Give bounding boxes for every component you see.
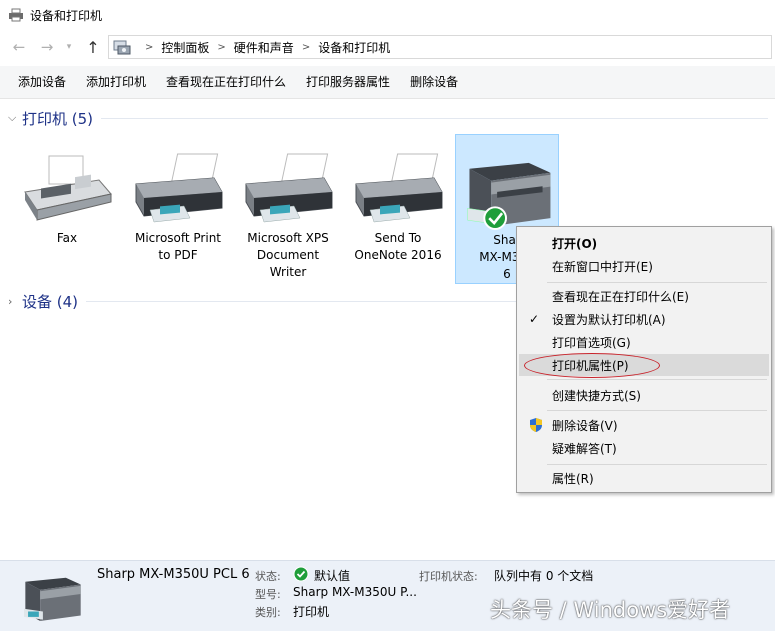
add-device-button[interactable]: 添加设备	[8, 66, 76, 99]
window-title: 设备和打印机	[30, 8, 103, 23]
back-arrow-icon[interactable]: ←	[8, 36, 30, 58]
address-bar[interactable]: > 控制面板 > 硬件和声音 > 设备和打印机	[108, 35, 772, 59]
menu-item-properties[interactable]: 属性(R)	[519, 467, 769, 489]
devices-printers-icon	[9, 8, 23, 22]
menu-item-label: 创建快捷方式(S)	[552, 388, 641, 403]
device-send-to-onenote[interactable]: Send To OneNote 2016	[346, 134, 450, 284]
printer-icon	[355, 153, 443, 223]
fax-icon	[24, 155, 112, 221]
menu-item-open[interactable]: 打开(O)	[519, 232, 769, 254]
forward-arrow-icon[interactable]: →	[36, 36, 58, 58]
remove-device-button[interactable]: 删除设备	[400, 66, 468, 99]
menu-separator	[547, 464, 767, 465]
checkmark-icon: ✓	[529, 312, 540, 326]
printer-status-value: 队列中有 0 个文档	[494, 569, 594, 583]
devices-group-title: 设备 (4)	[22, 292, 79, 311]
menu-separator	[547, 379, 767, 380]
menu-item-remove-device[interactable]: 删除设备(V)	[519, 414, 769, 436]
printer-status-key: 打印机状态:	[419, 570, 478, 583]
default-check-icon	[483, 206, 508, 231]
model-key: 型号:	[255, 588, 281, 601]
control-panel-icon	[113, 40, 131, 55]
model-value: Sharp MX-M350U P...	[293, 585, 417, 599]
menu-item-preferences[interactable]: 打印首选项(G)	[519, 331, 769, 353]
breadcrumb-separator-icon[interactable]: >	[217, 42, 225, 53]
status-value: 默认值	[314, 569, 351, 583]
up-arrow-icon[interactable]: ↑	[82, 36, 104, 58]
multifunction-printer-icon	[467, 162, 551, 231]
default-check-icon	[293, 566, 309, 582]
menu-item-troubleshoot[interactable]: 疑难解答(T)	[519, 437, 769, 459]
chevron-down-icon[interactable]: ⌵	[8, 111, 22, 125]
breadcrumb-separator-icon[interactable]: >	[302, 42, 310, 53]
breadcrumb-control-panel[interactable]: 控制面板	[161, 39, 209, 56]
printers-group-header[interactable]: ⌵ 打印机 (5)	[8, 108, 768, 128]
menu-separator	[547, 410, 767, 411]
annotation-highlight-ellipse	[524, 353, 660, 378]
add-printer-button[interactable]: 添加打印机	[76, 66, 156, 99]
menu-item-label: 删除设备(V)	[552, 418, 618, 433]
category-value: 打印机	[293, 605, 330, 619]
menu-item-label: 打开(O)	[552, 236, 598, 251]
menu-item-label: 疑难解答(T)	[552, 441, 617, 456]
command-bar: 添加设备 添加打印机 查看现在正在打印什么 打印服务器属性 删除设备	[0, 66, 775, 99]
printer-icon	[135, 153, 223, 223]
menu-item-set-default[interactable]: ✓ 设置为默认打印机(A)	[519, 308, 769, 330]
print-server-properties-button[interactable]: 打印服务器属性	[296, 66, 400, 99]
menu-item-label: 查看现在正在打印什么(E)	[552, 289, 689, 304]
device-label: Fax	[56, 231, 78, 245]
menu-item-open-new-window[interactable]: 在新窗口中打开(E)	[519, 255, 769, 277]
breadcrumb-devices-printers[interactable]: 设备和打印机	[318, 39, 390, 56]
menu-item-label: 设置为默认打印机(A)	[552, 312, 666, 327]
menu-item-label: 在新窗口中打开(E)	[552, 259, 653, 274]
menu-item-label: 打印首选项(G)	[552, 335, 631, 350]
title-bar: 设备和打印机	[0, 0, 775, 30]
multifunction-printer-icon	[24, 577, 81, 621]
watermark-text: 头条号 / Windows爱好者	[490, 598, 731, 622]
device-label: Microsoft XPS Document Writer	[247, 231, 329, 279]
menu-item-create-shortcut[interactable]: 创建快捷方式(S)	[519, 384, 769, 406]
group-divider	[101, 117, 768, 119]
status-key: 状态:	[255, 570, 281, 583]
menu-separator	[547, 282, 767, 283]
device-microsoft-xps-writer[interactable]: Microsoft XPS Document Writer	[236, 134, 340, 284]
device-microsoft-print-to-pdf[interactable]: Microsoft Print to PDF	[126, 134, 230, 284]
printer-icon	[245, 153, 333, 223]
breadcrumb-separator-icon[interactable]: >	[145, 42, 153, 53]
uac-shield-icon	[530, 418, 542, 432]
menu-item-label: 属性(R)	[552, 471, 594, 486]
breadcrumb-hardware-sound[interactable]: 硬件和声音	[234, 39, 294, 56]
recent-locations-chevron-icon[interactable]: ▾	[58, 36, 80, 58]
category-key: 类别:	[255, 606, 281, 619]
device-fax[interactable]: Fax	[15, 134, 119, 284]
printers-group-title: 打印机 (5)	[22, 109, 94, 128]
menu-item-see-printing[interactable]: 查看现在正在打印什么(E)	[519, 285, 769, 307]
device-label: Send To OneNote 2016	[354, 231, 442, 262]
selected-device-name: Sharp MX-M350U PCL 6	[97, 567, 250, 582]
see-printing-button[interactable]: 查看现在正在打印什么	[156, 66, 296, 99]
chevron-right-icon[interactable]: ›	[8, 295, 22, 308]
navigation-bar: ← → ▾ ↑ > 控制面板 > 硬件和声音 > 设备和打印机	[0, 30, 775, 64]
device-label: Microsoft Print to PDF	[134, 231, 222, 262]
